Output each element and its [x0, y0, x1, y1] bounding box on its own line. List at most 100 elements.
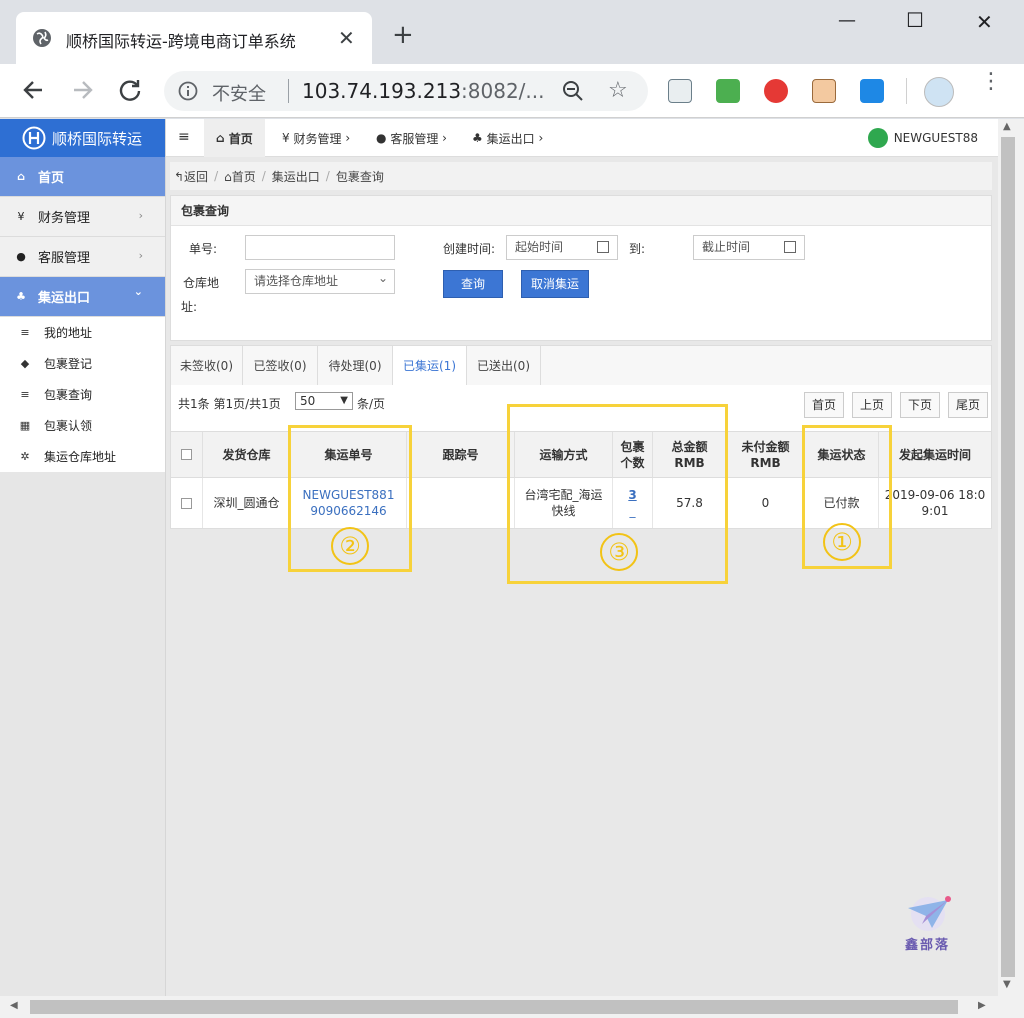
sidebar-subitem-package-claim[interactable]: ▦ 包裹认领: [0, 410, 165, 441]
sidebar-item-home[interactable]: ⌂ 首页: [0, 157, 165, 197]
sidebar-subitem-label: 包裹查询: [44, 388, 93, 402]
cell-time: 2019-09-06 18:0 9:01: [879, 478, 991, 528]
warehouse-select-value: 请选择仓库地址: [254, 274, 339, 288]
scroll-down-icon[interactable]: ▼: [1003, 979, 1011, 990]
prev-page-button[interactable]: 上页: [852, 392, 892, 418]
list-icon: ≡: [20, 326, 30, 339]
tab-close-icon[interactable]: ✕: [338, 26, 355, 50]
bookmark-star-icon[interactable]: ☆: [608, 78, 628, 103]
extension-copy-icon[interactable]: [668, 79, 692, 103]
scroll-right-icon[interactable]: ▶: [978, 1000, 986, 1011]
search-panel: 包裹查询 单号: 创建时间: 起始时间 到: 截止时间 仓库地 址: 请选择仓库…: [170, 195, 992, 341]
scroll-up-icon[interactable]: ▲: [1003, 121, 1011, 132]
warehouse-label: 仓库地: [183, 276, 220, 290]
close-window-icon[interactable]: ✕: [976, 10, 993, 34]
tab-shipped[interactable]: 已送出(0): [467, 346, 541, 386]
header-tracking: 跟踪号: [407, 432, 515, 478]
start-time-input[interactable]: 起始时间: [506, 235, 618, 260]
sidebar-subitem-label: 集运仓库地址: [44, 450, 117, 464]
tab-unsigned[interactable]: 未签收(0): [171, 346, 243, 386]
maximize-icon[interactable]: ☐: [906, 8, 924, 32]
cubes-icon: ♣: [472, 131, 483, 145]
topnav-label: 财务管理: [293, 131, 342, 146]
breadcrumb-export[interactable]: 集运出口: [272, 168, 320, 185]
sidebar-item-label: 客服管理: [38, 251, 91, 266]
checkbox[interactable]: [181, 449, 192, 460]
hamburger-icon[interactable]: ≡: [178, 129, 190, 145]
header-warehouse: 发货仓库: [203, 432, 291, 478]
brand-header[interactable]: 顺桥国际转运: [0, 119, 165, 157]
page-size-select[interactable]: 50 ▼: [295, 392, 353, 410]
order-no-label: 单号:: [189, 242, 218, 256]
address-bar[interactable]: 不安全 103.74.193.213:8082/... ☆: [164, 71, 648, 111]
checkbox[interactable]: [181, 497, 192, 509]
info-icon[interactable]: [178, 81, 198, 101]
new-tab-icon[interactable]: +: [392, 22, 414, 48]
calendar-icon[interactable]: [597, 241, 609, 253]
browser-menu-icon[interactable]: ⋮: [980, 71, 1002, 93]
topnav-finance[interactable]: ¥ 财务管理 ›: [270, 119, 362, 157]
vertical-scroll-thumb[interactable]: [1001, 137, 1015, 977]
last-page-button[interactable]: 尾页: [948, 392, 988, 418]
user-icon: ●: [376, 131, 387, 145]
sidebar-item-export[interactable]: ♣ 集运出口 ⌄: [0, 277, 165, 317]
brand-name: 顺桥国际转运: [52, 129, 143, 148]
time-l1: 2019-09-06 18:0: [884, 488, 986, 502]
horizontal-scroll-thumb[interactable]: [30, 1000, 958, 1014]
first-page-button[interactable]: 首页: [804, 392, 844, 418]
cell-tracking: [407, 478, 515, 528]
sidebar-subitem-my-address[interactable]: ≡ 我的地址: [0, 317, 165, 348]
page-size-value: 50: [300, 394, 316, 408]
back-arrow-icon[interactable]: [20, 76, 48, 104]
user-menu[interactable]: NEWGUEST88: [867, 128, 978, 148]
query-button[interactable]: 查询: [443, 270, 503, 298]
breadcrumb-sep: /: [214, 169, 219, 183]
next-page-button[interactable]: 下页: [900, 392, 940, 418]
to-label: 到:: [629, 242, 646, 256]
tab-pending[interactable]: 待处理(0): [318, 346, 393, 386]
calendar-icon[interactable]: [784, 241, 796, 253]
forward-arrow-icon[interactable]: [68, 76, 96, 104]
extension-mail-icon[interactable]: [716, 79, 740, 103]
extension-screen-icon[interactable]: [860, 79, 884, 103]
sidebar-subitem-warehouse-address[interactable]: ✲ 集运仓库地址: [0, 441, 165, 472]
sidebar-item-service[interactable]: ● 客服管理 ›: [0, 237, 165, 277]
tab-consolidated[interactable]: 已集运(1): [393, 346, 467, 386]
zoom-icon[interactable]: [562, 80, 584, 102]
vertical-scrollbar[interactable]: ▲ ▼: [998, 119, 1024, 996]
topnav-label: 客服管理: [390, 131, 439, 146]
sidebar-item-label: 财务管理: [38, 211, 91, 226]
breadcrumb-home[interactable]: ⌂首页: [224, 168, 256, 185]
end-time-input[interactable]: 截止时间: [693, 235, 805, 260]
breadcrumb: ↰返回 / ⌂首页 / 集运出口 / 包裹查询: [170, 162, 992, 190]
brand-logo-icon: [22, 126, 46, 150]
dropdown-triangle-icon: ▼: [340, 395, 348, 406]
sidebar-subitem-package-query[interactable]: ≡ 包裹查询: [0, 379, 165, 410]
breadcrumb-back[interactable]: ↰返回: [174, 168, 208, 185]
cell-warehouse: 深圳_圆通仓: [203, 478, 291, 528]
extension-face-icon[interactable]: [812, 79, 836, 103]
minimize-icon[interactable]: —: [838, 10, 856, 31]
tab-signed[interactable]: 已签收(0): [243, 346, 318, 386]
topnav-service[interactable]: ● 客服管理 ›: [364, 119, 459, 157]
sidebar-submenu: ≡ 我的地址 ◆ 包裹登记 ≡ 包裹查询 ▦ 包裹认领 ✲ 集运仓库地址: [0, 317, 165, 472]
horizontal-scrollbar[interactable]: ◀ ▶: [0, 996, 1024, 1018]
warehouse-select[interactable]: 请选择仓库地址 ⌄: [245, 269, 395, 294]
sidebar-subitem-package-register[interactable]: ◆ 包裹登记: [0, 348, 165, 379]
annotation-number-1: ①: [823, 523, 861, 561]
url-text[interactable]: 103.74.193.213:8082/...: [302, 79, 545, 103]
extension-color-icon[interactable]: [764, 79, 788, 103]
reload-icon[interactable]: [116, 76, 144, 104]
row-select[interactable]: [171, 478, 203, 528]
sidebar-item-finance[interactable]: ¥ 财务管理 ›: [0, 197, 165, 237]
header-select-all[interactable]: [171, 432, 203, 478]
status-tabs: 未签收(0) 已签收(0) 待处理(0) 已集运(1) 已送出(0): [170, 345, 992, 386]
profile-avatar-icon[interactable]: [924, 77, 954, 107]
topnav-export[interactable]: ♣ 集运出口 ›: [460, 119, 555, 157]
order-no-input[interactable]: [245, 235, 395, 260]
topnav-home[interactable]: ⌂ 首页: [204, 119, 265, 157]
cancel-consolidation-button[interactable]: 取消集运: [521, 270, 589, 298]
sidebar-item-label: 集运出口: [38, 291, 91, 306]
browser-tab[interactable]: 顺桥国际转运-跨境电商订单系统 ✕: [16, 12, 372, 64]
scroll-left-icon[interactable]: ◀: [10, 1000, 18, 1011]
